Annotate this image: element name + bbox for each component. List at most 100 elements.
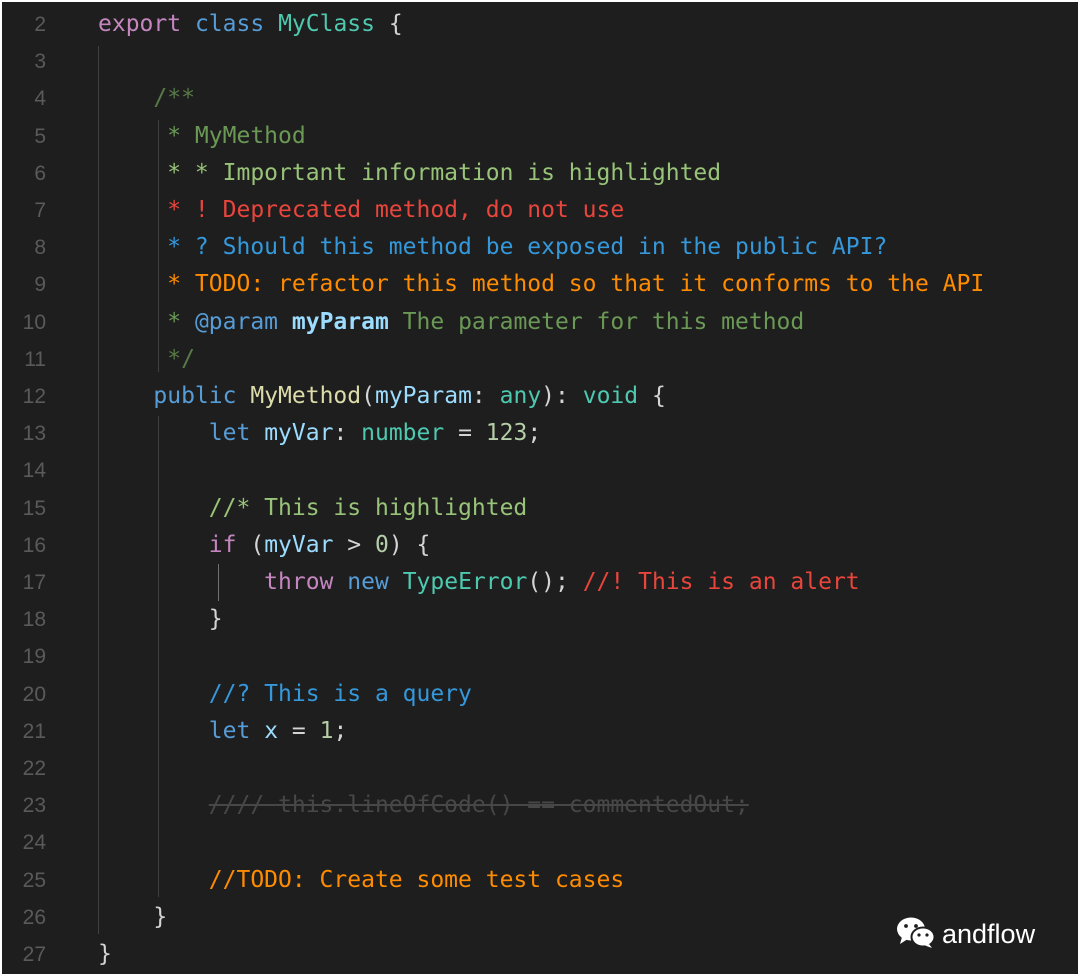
- code-content: * TODO: refactor this method so that it …: [98, 266, 984, 303]
- code-line[interactable]: 11 */: [2, 341, 1078, 378]
- code-content: * MyMethod: [98, 118, 305, 155]
- code-token: TypeError: [402, 569, 528, 595]
- code-token: myVar: [264, 420, 334, 447]
- line-number: 27: [22, 943, 46, 966]
- code-content: //* This is highlighted: [98, 490, 528, 527]
- code-token: //* This is highlighted: [98, 494, 528, 521]
- code-line[interactable]: 7 * ! Deprecated method, do not use: [2, 192, 1078, 229]
- watermark-text: andflow: [942, 918, 1036, 949]
- code-line[interactable]: 5 * MyMethod: [2, 118, 1078, 155]
- code-token: * ? Should this method be exposed in the…: [98, 234, 888, 261]
- code-token: * * Important information is highlighted: [98, 159, 722, 186]
- code-content: public MyMethod(myParam: any): void {: [98, 378, 666, 415]
- code-token: @param: [194, 308, 279, 335]
- code-token: let: [208, 717, 251, 744]
- code-content: * * Important information is highlighted: [98, 155, 721, 192]
- code-token: new: [347, 569, 389, 595]
- code-line[interactable]: 13 let myVar: number = 123;: [2, 415, 1078, 452]
- code-token: //? This is a query: [98, 680, 472, 707]
- code-line[interactable]: 8 * ? Should this method be exposed in t…: [2, 229, 1078, 266]
- code-line[interactable]: 23 //// this.lineOfCode() == commentedOu…: [2, 787, 1078, 824]
- code-content: * ! Deprecated method, do not use: [98, 192, 624, 229]
- code-token: if: [208, 531, 237, 558]
- code-line[interactable]: 16 if (myVar > 0) {: [2, 527, 1078, 564]
- line-number: 24: [22, 831, 46, 855]
- code-token: }: [98, 903, 168, 930]
- code-line[interactable]: 15 //* This is highlighted: [2, 490, 1078, 527]
- code-line[interactable]: 6 * * Important information is highlight…: [2, 155, 1078, 192]
- line-number: 11: [24, 347, 46, 371]
- code-content: * @param myParam The parameter for this …: [98, 304, 804, 341]
- code-line[interactable]: 18 }: [2, 601, 1078, 638]
- code-line[interactable]: 17 throw new TypeError(); //! This is an…: [2, 564, 1078, 601]
- code-token: //! This is an alert: [582, 569, 860, 595]
- code-token: }: [98, 941, 112, 967]
- line-number: 21: [22, 719, 46, 743]
- code-token: number: [361, 420, 445, 447]
- screenshot-frame: 2 export class MyClass {3 4 /** 5 * MyMetho…: [0, 0, 1080, 980]
- code-token: }: [98, 606, 223, 633]
- code-token: {: [375, 11, 403, 37]
- code-content: //TODO: Create some test cases: [98, 862, 624, 899]
- line-number: 8: [34, 236, 46, 260]
- code-token: =: [444, 420, 486, 447]
- code-token: * TODO: refactor this method so that it …: [98, 271, 985, 298]
- line-number: 5: [34, 124, 46, 148]
- code-line[interactable]: 2 export class MyClass {: [2, 6, 1078, 43]
- code-token: MyMethod: [250, 383, 362, 409]
- code-token: void: [582, 383, 639, 409]
- code-editor[interactable]: 2 export class MyClass {3 4 /** 5 * MyMetho…: [2, 2, 1078, 974]
- code-line[interactable]: 10 * @param myParam The parameter for th…: [2, 304, 1078, 341]
- code-content: */: [98, 341, 195, 378]
- code-token: {: [638, 383, 666, 409]
- code-line[interactable]: 14: [2, 452, 1078, 489]
- code-line[interactable]: 4 /**: [2, 80, 1078, 117]
- code-content: export class MyClass {: [98, 6, 403, 43]
- line-number: 3: [34, 50, 46, 74]
- code-content: //// this.lineOfCode() == commentedOut;: [98, 787, 749, 824]
- code-line[interactable]: 22: [2, 750, 1078, 787]
- code-token: ;: [527, 420, 542, 447]
- code-token: */: [98, 345, 195, 372]
- code-content: }: [98, 936, 112, 973]
- code-line[interactable]: 20 //? This is a query: [2, 676, 1078, 713]
- line-number: 19: [22, 645, 46, 669]
- line-number: 13: [22, 422, 46, 446]
- code-line[interactable]: 24: [2, 824, 1078, 861]
- code-token: myParam: [374, 383, 472, 409]
- code-token: //// this.lineOfCode() == commentedOut;: [208, 792, 749, 819]
- code-content: * ? Should this method be exposed in the…: [98, 229, 887, 266]
- code-content: }: [98, 601, 223, 638]
- code-token: (: [361, 383, 375, 409]
- code-token: *: [98, 308, 195, 335]
- code-token: ;: [333, 717, 348, 744]
- code-line[interactable]: 21 let x = 1;: [2, 713, 1078, 750]
- code-token: class: [194, 11, 265, 37]
- line-number: 7: [34, 199, 46, 222]
- line-number: 25: [22, 868, 46, 892]
- code-token: ();: [527, 569, 583, 595]
- code-line[interactable]: 3: [2, 43, 1078, 80]
- code-line[interactable]: 19: [2, 638, 1078, 675]
- code-line[interactable]: 12 public MyMethod(myParam: any): void {: [2, 378, 1078, 415]
- line-number: 18: [22, 608, 46, 632]
- line-number: 22: [22, 757, 46, 780]
- code-token: public: [153, 383, 237, 409]
- code-line[interactable]: 9 * TODO: refactor this method so that i…: [2, 266, 1078, 303]
- code-token: 0: [374, 531, 389, 558]
- wechat-icon: [896, 915, 936, 954]
- line-number: 14: [22, 459, 46, 483]
- code-line[interactable]: 25 //TODO: Create some test cases: [2, 862, 1078, 899]
- code-content: let x = 1;: [98, 713, 348, 750]
- code-token: =: [278, 717, 320, 744]
